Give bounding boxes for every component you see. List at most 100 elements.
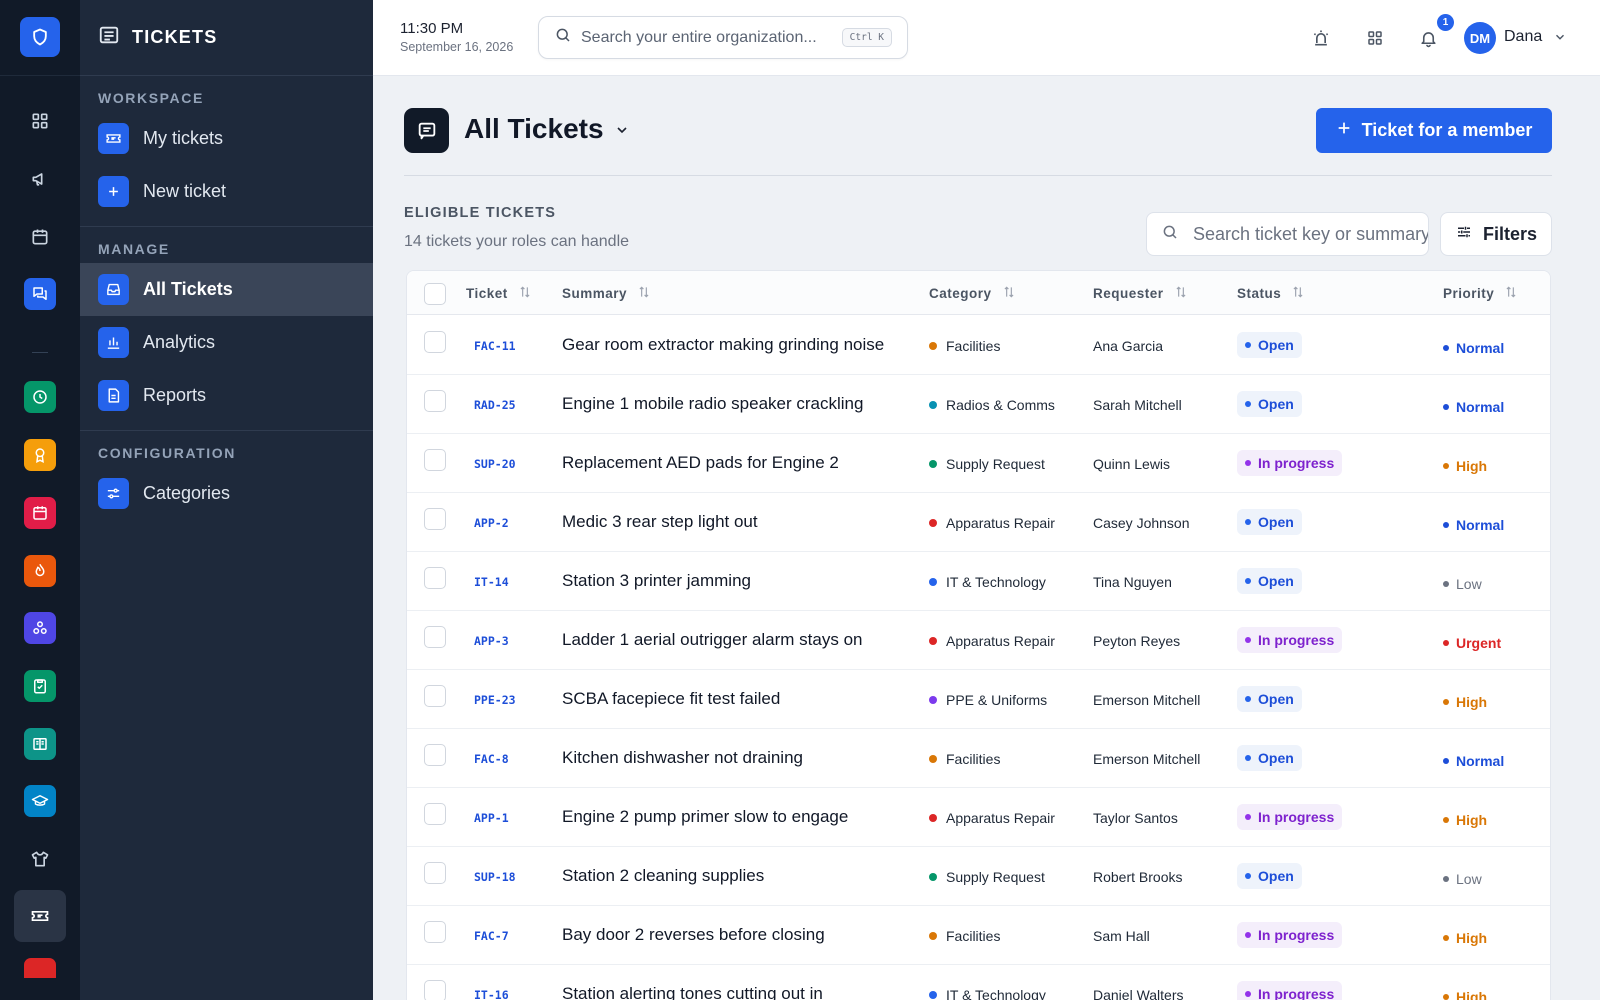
table-row[interactable]: APP-3 Ladder 1 aerial outrigger alarm sta… <box>407 611 1550 670</box>
table-row[interactable]: PPE-23 SCBA facepiece fit test failed PPE … <box>407 670 1550 729</box>
ticket-key[interactable]: FAC-7 <box>474 929 509 943</box>
column-header[interactable]: Priority <box>1443 285 1518 302</box>
sort-icon[interactable] <box>1002 285 1016 302</box>
shirt-icon[interactable] <box>24 843 56 875</box>
messages-icon[interactable] <box>24 278 56 310</box>
sidebar-item-categories[interactable]: Categories <box>80 467 373 520</box>
row-checkbox[interactable] <box>424 508 446 530</box>
table-row[interactable]: SUP-18 Station 2 cleaning supplies Supply … <box>407 847 1550 906</box>
calendar-icon[interactable] <box>24 221 56 253</box>
ticket-summary[interactable]: Gear room extractor making grinding nois… <box>562 335 884 355</box>
ticket-summary[interactable]: Replacement AED pads for Engine 2 <box>562 453 839 473</box>
table-row[interactable]: APP-1 Engine 2 pump primer slow to engage… <box>407 788 1550 847</box>
sort-icon[interactable] <box>518 285 532 302</box>
megaphone-icon[interactable] <box>24 163 56 195</box>
flame-icon[interactable] <box>24 555 56 587</box>
calendar-event-icon[interactable] <box>24 497 56 529</box>
table-row[interactable]: FAC-8 Kitchen dishwasher not draining Faci… <box>407 729 1550 788</box>
siren-icon[interactable] <box>1309 26 1333 50</box>
ticket-summary[interactable]: Bay door 2 reverses before closing <box>562 925 825 945</box>
sort-icon[interactable] <box>1291 285 1305 302</box>
status-dot <box>1245 991 1251 997</box>
column-header[interactable]: Summary <box>562 285 651 302</box>
table-row[interactable]: APP-2 Medic 3 rear step light out Apparatu… <box>407 493 1550 552</box>
sidebar-item-new-ticket[interactable]: New ticket <box>80 165 373 218</box>
network-icon[interactable] <box>24 612 56 644</box>
row-checkbox[interactable] <box>424 803 446 825</box>
row-checkbox[interactable] <box>424 921 446 943</box>
table-row[interactable]: FAC-11 Gear room extractor making grindin… <box>407 316 1550 375</box>
award-icon[interactable] <box>24 439 56 471</box>
sort-icon[interactable] <box>637 285 651 302</box>
ticket-summary[interactable]: Kitchen dishwasher not draining <box>562 748 803 768</box>
row-checkbox[interactable] <box>424 390 446 412</box>
table-row[interactable]: FAC-7 Bay door 2 reverses before closing F… <box>407 906 1550 965</box>
priority-dot <box>1443 522 1449 528</box>
ticket-key[interactable]: PPE-23 <box>474 693 516 707</box>
graduation-cap-icon[interactable] <box>24 785 56 817</box>
ticket-summary[interactable]: Medic 3 rear step light out <box>562 512 758 532</box>
ticket-summary[interactable]: Engine 2 pump primer slow to engage <box>562 807 848 827</box>
ticket-summary[interactable]: Station 3 printer jamming <box>562 571 751 591</box>
ticket-key[interactable]: IT-16 <box>474 988 509 1000</box>
row-checkbox[interactable] <box>424 685 446 707</box>
clock-icon[interactable] <box>24 381 56 413</box>
apps-grid-icon[interactable] <box>1363 26 1387 50</box>
table-row[interactable]: IT-14 Station 3 printer jamming IT & Techn… <box>407 552 1550 611</box>
select-all-checkbox[interactable] <box>424 283 446 305</box>
row-checkbox[interactable] <box>424 331 446 353</box>
shield-logo-icon[interactable] <box>20 17 60 57</box>
ticket-summary[interactable]: SCBA facepiece fit test failed <box>562 689 780 709</box>
ticket-icon[interactable] <box>24 900 56 932</box>
book-icon[interactable] <box>24 728 56 760</box>
ticket-summary[interactable]: Station alerting tones cutting out in <box>562 984 823 1000</box>
category-label: Radios & Comms <box>946 397 1055 413</box>
bell-icon[interactable] <box>1416 26 1440 50</box>
ticket-key[interactable]: FAC-11 <box>474 339 516 353</box>
column-header[interactable]: Ticket <box>466 285 532 302</box>
ticket-key[interactable]: SUP-18 <box>474 870 516 884</box>
ticket-search-input[interactable]: Search ticket key or summary <box>1146 212 1429 256</box>
table-row[interactable]: IT-16 Station alerting tones cutting out … <box>407 965 1550 1000</box>
ticket-summary[interactable]: Ladder 1 aerial outrigger alarm stays on <box>562 630 863 650</box>
ticket-key[interactable]: APP-3 <box>474 634 509 648</box>
ticket-key[interactable]: APP-2 <box>474 516 509 530</box>
filters-button[interactable]: Filters <box>1440 212 1552 256</box>
notification-badge: 1 <box>1437 14 1454 31</box>
avatar[interactable]: DM <box>1464 22 1496 54</box>
ticket-key[interactable]: IT-14 <box>474 575 509 589</box>
ticket-key[interactable]: FAC-8 <box>474 752 509 766</box>
sidebar-item-reports[interactable]: Reports <box>80 369 373 422</box>
ticket-category: PPE & Uniforms <box>929 692 1047 708</box>
row-checkbox[interactable] <box>424 449 446 471</box>
clipboard-check-icon[interactable] <box>24 670 56 702</box>
table-row[interactable]: RAD-25 Engine 1 mobile radio speaker crac… <box>407 375 1550 434</box>
row-checkbox[interactable] <box>424 862 446 884</box>
global-search[interactable]: Search your entire organization... Ctrl … <box>538 16 908 59</box>
ticket-key[interactable]: RAD-25 <box>474 398 516 412</box>
user-name[interactable]: Dana <box>1504 28 1542 46</box>
sidebar-item-all-tickets[interactable]: All Tickets <box>80 263 373 316</box>
sidebar-item-my-tickets[interactable]: My tickets <box>80 112 373 165</box>
chevron-down-icon[interactable] <box>1553 30 1567 49</box>
column-header[interactable]: Requester <box>1093 285 1188 302</box>
ticket-key[interactable]: APP-1 <box>474 811 509 825</box>
row-checkbox[interactable] <box>424 567 446 589</box>
ticket-key[interactable]: SUP-20 <box>474 457 516 471</box>
sort-icon[interactable] <box>1504 285 1518 302</box>
column-header[interactable]: Category <box>929 285 1016 302</box>
category-label: Facilities <box>946 751 1001 767</box>
sidebar-item-analytics[interactable]: Analytics <box>80 316 373 369</box>
table-row[interactable]: SUP-20 Replacement AED pads for Engine 2 S… <box>407 434 1550 493</box>
column-header[interactable]: Status <box>1237 285 1305 302</box>
dashboard-icon[interactable] <box>24 105 56 137</box>
new-member-ticket-button[interactable]: Ticket for a member <box>1316 108 1552 153</box>
row-checkbox[interactable] <box>424 744 446 766</box>
sort-icon[interactable] <box>1174 285 1188 302</box>
row-checkbox[interactable] <box>424 626 446 648</box>
ticket-summary[interactable]: Engine 1 mobile radio speaker crackling <box>562 394 863 414</box>
chevron-down-icon[interactable] <box>614 122 630 143</box>
ticket-summary[interactable]: Station 2 cleaning supplies <box>562 866 764 886</box>
row-checkbox[interactable] <box>424 980 446 1000</box>
alert-icon[interactable] <box>24 958 56 978</box>
